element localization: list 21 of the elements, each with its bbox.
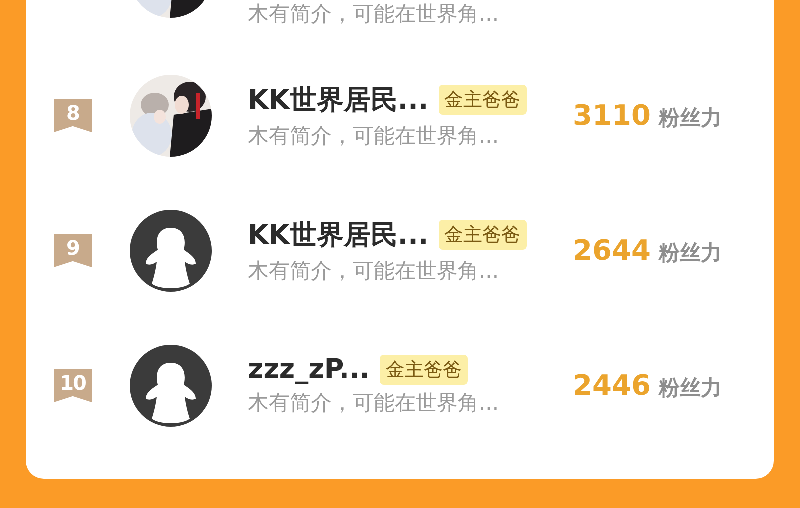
title-tag: 金主爸爸 [380, 354, 468, 384]
user-name: zzz_zP... [248, 354, 370, 385]
user-bio: 木有简介，可能在世界角... [248, 390, 500, 417]
fan-score: 2644 [573, 234, 651, 267]
fan-score: 2446 [573, 369, 651, 402]
user-name: KK世界居民... [248, 218, 429, 252]
default-avatar-icon [130, 210, 212, 292]
user-bio: 木有简介，可能在世界角... [248, 258, 500, 284]
score-unit: 粉丝力 [658, 240, 722, 267]
rank-badge: 9 [54, 234, 92, 268]
default-avatar-icon [130, 344, 212, 426]
user-bio: 木有简介，可能在世界角... [248, 122, 500, 150]
score-unit: 粉丝力 [658, 105, 722, 132]
title-tag: 金主爸爸 [438, 220, 527, 250]
user-name: KK世界居民... [248, 84, 429, 118]
rank-badge: 10 [54, 368, 92, 402]
rank-badge: 8 [54, 98, 92, 132]
user-bio: 木有简介，可能在世界角... [248, 1, 500, 28]
title-tag: 金主爸爸 [438, 84, 527, 114]
fan-score: 3110 [573, 99, 651, 132]
score-unit: 粉丝力 [658, 375, 722, 402]
